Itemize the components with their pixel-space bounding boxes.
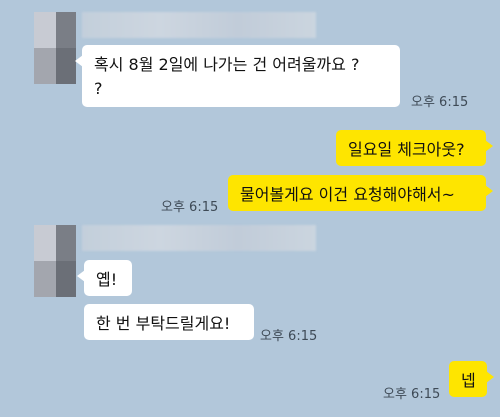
message-timestamp: 오후 6:15 bbox=[260, 329, 318, 344]
message-bubble-incoming[interactable]: 옙! bbox=[77, 260, 132, 296]
message-bubble-incoming[interactable]: 한 번 부탁드릴게요! bbox=[84, 304, 254, 340]
message-timestamp: 오후 6:15 bbox=[411, 95, 469, 110]
sender-name-blurred bbox=[82, 225, 316, 251]
message-bubble-outgoing[interactable]: 물어볼게요 이건 요청해야해서~ bbox=[228, 175, 493, 211]
message-bubble-outgoing[interactable]: 일요일 체크아웃? bbox=[336, 130, 493, 166]
message-bubble-outgoing[interactable]: 넵 bbox=[449, 361, 494, 397]
message-bubble-incoming[interactable]: 혹시 8월 2일에 나가는 건 어려울까요 ? ? bbox=[75, 45, 400, 107]
message-timestamp: 오후 6:15 bbox=[161, 200, 219, 215]
sender-name-blurred bbox=[82, 12, 316, 38]
message-timestamp: 오후 6:15 bbox=[383, 387, 441, 402]
sender-avatar[interactable] bbox=[20, 225, 76, 297]
sender-avatar[interactable] bbox=[20, 12, 76, 84]
